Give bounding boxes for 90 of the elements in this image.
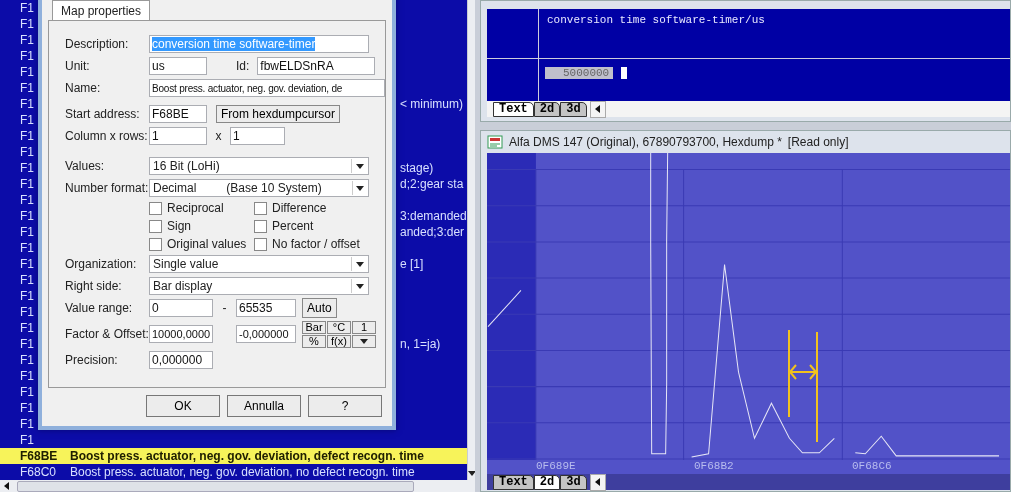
view-tab[interactable]: 2d (533, 474, 561, 490)
unit-button[interactable]: Bar (302, 320, 326, 334)
unit-button[interactable]: f(x) (327, 334, 351, 348)
dropdown[interactable]: Bar display (149, 277, 369, 295)
field-label: Factor & Offset: (65, 327, 149, 341)
address-text: F1 (19, 145, 35, 159)
field-label: Right side: (65, 279, 123, 293)
field-label: Precision: (65, 353, 119, 367)
address-label: 0F68B2 (694, 460, 735, 474)
left-arrow-icon (595, 478, 601, 486)
address-text: F1 (19, 369, 35, 383)
checkbox[interactable]: No factor / offset (254, 236, 374, 252)
checkbox[interactable]: Original values (149, 236, 254, 252)
precision-field[interactable]: 0,000000 (149, 351, 213, 369)
hexdump-window-icon (487, 135, 503, 149)
dialog-tab[interactable]: Map properties (52, 0, 151, 20)
address-label: 0F689E (536, 460, 577, 474)
dropdown-caret-icon (356, 163, 364, 169)
address-text: F1 (19, 97, 35, 111)
horizontal-scrollbar[interactable] (0, 480, 475, 492)
list-row[interactable]: F68C0 Boost press. actuator, neg. gov. deviation, no defect recogn. time (0, 464, 467, 480)
unit-field[interactable]: us (149, 57, 207, 75)
factor-field[interactable]: 10000,0000 (149, 325, 213, 343)
times-sign: x (214, 129, 223, 143)
checkbox[interactable]: Difference (254, 200, 374, 216)
address-text: F1 (19, 49, 35, 63)
more-button[interactable] (352, 334, 376, 348)
left-arrow-icon (4, 482, 9, 490)
address-text: F1 (19, 417, 35, 431)
text-cursor (621, 67, 628, 79)
range-dash: - (221, 301, 228, 315)
checkbox[interactable]: Reciprocal (149, 200, 254, 216)
start-address-field[interactable]: F68BE (149, 105, 207, 123)
window-title: Alfa DMS 147 (Original), 67890793700, Hexdump * (509, 135, 782, 149)
address-text: F1 (19, 17, 35, 31)
rows-field[interactable]: 1 (230, 127, 285, 145)
dialog-button[interactable]: Annulla (227, 395, 301, 417)
field-label: Values: (65, 159, 106, 173)
auto-button[interactable]: Auto (302, 298, 337, 318)
offset-field[interactable]: -0,000000 (236, 325, 296, 343)
dialog-button[interactable]: OK (146, 395, 220, 417)
view-tab[interactable]: 3d (560, 474, 587, 490)
description-text: Boost press. actuator, neg. gov. deviation, defect recogn. time (70, 449, 424, 463)
dropdown-caret-icon (356, 283, 364, 289)
checkbox[interactable]: Percent (254, 218, 374, 234)
address-text: F1 (19, 289, 35, 303)
dropdown[interactable]: Single value (149, 255, 369, 273)
address-text: F68BE (19, 449, 59, 463)
name-field[interactable]: Boost press. actuator, neg. gov. deviation, de (149, 79, 385, 97)
dropdown-caret-icon (360, 338, 368, 344)
dropdown[interactable]: Decimal (Base 10 System) (149, 179, 369, 197)
address-text: F1 (19, 433, 35, 447)
value-text: 5000000 (545, 67, 614, 79)
dropdown-caret-icon (467, 471, 476, 476)
range-max-field[interactable]: 65535 (236, 299, 296, 317)
list-row[interactable]: F1 (0, 432, 467, 448)
view-tab[interactable]: 2d (533, 101, 561, 117)
field-label: Number format: (65, 181, 149, 195)
address-label: 0F68C6 (852, 460, 893, 474)
range-min-field[interactable]: 0 (149, 299, 213, 317)
field-label: Description: (65, 37, 130, 51)
dropdown-caret-icon (356, 185, 365, 191)
checkbox[interactable]: Sign (149, 218, 254, 234)
dialog-button[interactable]: ? (308, 395, 382, 417)
dropdown-caret-icon (356, 261, 364, 267)
view-tab[interactable]: Text (493, 101, 534, 117)
id-field[interactable]: fbwELDSnRA (257, 57, 376, 75)
address-text: F68C0 (19, 465, 58, 479)
field-label: Organization: (65, 257, 138, 271)
field-label: Start address: (65, 107, 141, 121)
columns-field[interactable]: 1 (149, 127, 207, 145)
address-text: F1 (19, 385, 35, 399)
from-cursor-button[interactable]: From hexdumpcursor (216, 105, 341, 123)
unit-button[interactable]: °C (327, 320, 351, 334)
unit-button[interactable]: 1 (352, 320, 376, 334)
left-arrow-icon (595, 105, 601, 113)
read-only-status: [Read only] (787, 135, 849, 149)
dropdown[interactable]: 16 Bit (LoHi) (149, 157, 369, 175)
field-label: Column x rows: (65, 129, 149, 143)
unit-button[interactable]: % (302, 334, 326, 348)
selected-list-row[interactable]: F68BE Boost press. actuator, neg. gov. deviation, defect recogn. time (0, 448, 467, 464)
description-text: Boost press. actuator, neg. gov. deviation, no defect recogn. time (70, 465, 415, 479)
field-label: Value range: (65, 301, 134, 315)
view-tab[interactable]: 3d (560, 101, 587, 117)
field-label: Unit: (65, 59, 91, 73)
field-label: Id: (236, 59, 250, 73)
description-text: < minimum) (400, 97, 463, 111)
view-tab[interactable]: Text (493, 474, 534, 490)
field-label: Name: (65, 81, 102, 95)
map-heading-text: conversion time software-timer/us (546, 13, 766, 28)
